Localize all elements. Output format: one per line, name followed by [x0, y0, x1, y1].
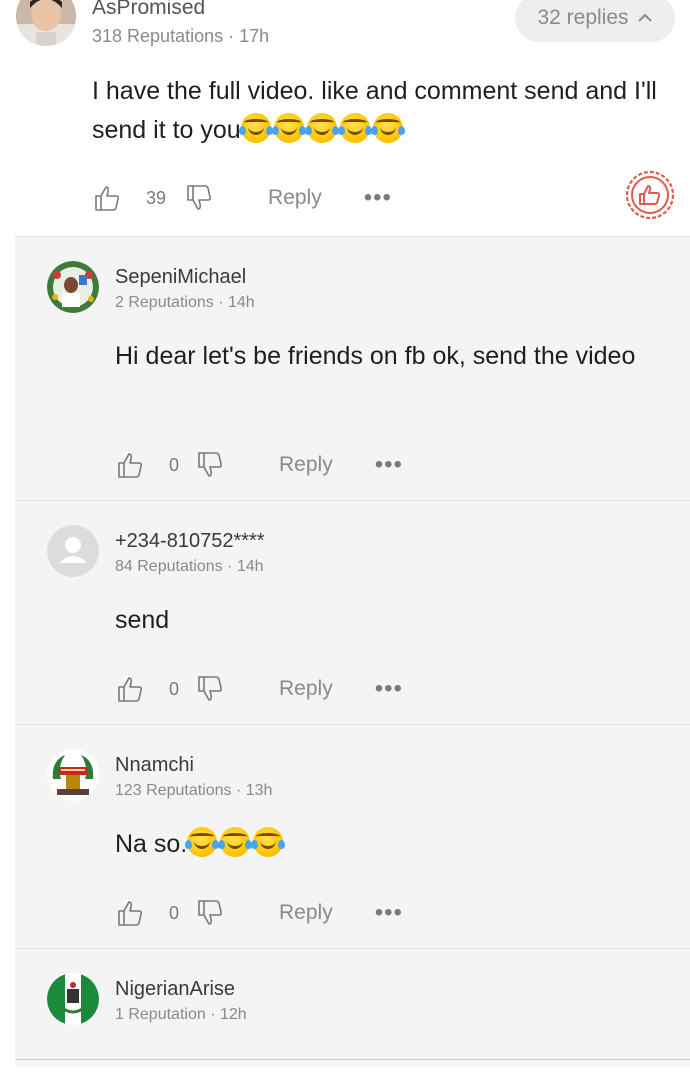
avatar[interactable]: [47, 261, 99, 313]
joy-emoji-icon: [251, 827, 286, 857]
thumbs-down-icon[interactable]: [195, 899, 225, 927]
author-name[interactable]: AsPromised: [92, 0, 205, 20]
more-options-icon[interactable]: •••: [375, 677, 403, 701]
comment-actions: 0 Reply •••: [115, 451, 403, 479]
like-count: 0: [169, 454, 180, 475]
avatar[interactable]: [47, 749, 99, 801]
rofl-emoji-icon: [337, 113, 372, 143]
avatar[interactable]: [47, 973, 99, 1025]
reply-button[interactable]: Reply: [279, 901, 333, 925]
joy-emoji-icon: [218, 827, 253, 857]
thumbs-up-icon[interactable]: [92, 184, 122, 212]
meta-separator: ·: [222, 558, 237, 575]
rofl-emoji-icon: [271, 113, 306, 143]
more-options-icon[interactable]: •••: [375, 901, 403, 925]
list-item: +234-810752**** 84 Reputations · 14h sen…: [15, 500, 690, 724]
reputation-label: 2 Reputations: [115, 294, 214, 311]
reputation-label: 1 Reputation: [115, 1006, 206, 1023]
rofl-emoji-icon: [304, 113, 339, 143]
replies-list: SepeniMichael 2 Reputations · 14h Hi dea…: [15, 236, 690, 1066]
list-item: NigerianArise 1 Reputation · 12h: [15, 948, 690, 1066]
rofl-emoji-icon: [370, 113, 405, 143]
comment-actions: 0 Reply •••: [115, 899, 403, 927]
comment-body: Na so.: [115, 825, 655, 864]
timestamp: 14h: [236, 558, 264, 575]
author-name[interactable]: SepeniMichael: [115, 266, 246, 289]
avatar[interactable]: [16, 0, 76, 46]
comment-meta: 1 Reputation · 12h: [115, 1006, 247, 1024]
reply-button[interactable]: Reply: [279, 677, 333, 701]
rofl-emoji-icon: [238, 113, 273, 143]
meta-separator: ·: [213, 294, 228, 311]
comment-text: Na so.: [115, 830, 188, 858]
emoji-group: [185, 827, 286, 857]
more-options-icon[interactable]: •••: [375, 453, 403, 477]
like-count: 0: [169, 902, 180, 923]
author-name[interactable]: Nnamchi: [115, 754, 194, 777]
author-name[interactable]: NigerianArise: [115, 978, 235, 1001]
reply-button[interactable]: Reply: [279, 453, 333, 477]
thumbs-down-icon[interactable]: [184, 184, 214, 212]
thumbs-up-icon[interactable]: [115, 899, 145, 927]
author-name[interactable]: +234-810752****: [115, 530, 265, 553]
chevron-up-icon: [637, 6, 653, 30]
comment-body: I have the full video. like and comment …: [92, 72, 677, 150]
reputation-label: 318 Reputations: [92, 26, 224, 46]
comment-text: send: [115, 606, 170, 634]
comment-meta: 2 Reputations · 14h: [115, 294, 255, 312]
reputation-label: 123 Reputations: [115, 782, 232, 799]
thumbs-down-icon[interactable]: [195, 675, 225, 703]
top-comment: AsPromised 318 Reputations · 17h 32 repl…: [0, 0, 690, 236]
avatar[interactable]: [47, 525, 99, 577]
meta-separator: ·: [205, 1006, 220, 1023]
reputation-label: 84 Reputations: [115, 558, 223, 575]
comment-actions: 39 Reply •••: [92, 184, 392, 212]
like-count: 0: [169, 678, 180, 699]
replies-count-label: 32 replies: [537, 6, 629, 29]
replies-toggle-button[interactable]: 32 replies: [515, 0, 675, 42]
comment-actions: 0 Reply •••: [115, 675, 403, 703]
comment-text: Hi dear let's be friends on fb ok, send …: [115, 342, 636, 370]
comment-meta: 318 Reputations · 17h: [92, 26, 269, 47]
thumbs-up-icon[interactable]: [115, 675, 145, 703]
list-item: Nnamchi 123 Reputations · 13h Na so. 0 R…: [15, 724, 690, 948]
thumbs-up-icon[interactable]: [115, 451, 145, 479]
meta-separator: ·: [231, 782, 246, 799]
timestamp: 17h: [239, 26, 270, 46]
timestamp: 14h: [227, 294, 255, 311]
like-badge-icon[interactable]: [625, 170, 675, 220]
comment-meta: 123 Reputations · 13h: [115, 782, 272, 800]
joy-emoji-icon: [185, 827, 220, 857]
reply-button[interactable]: Reply: [268, 186, 322, 210]
comments-page: AsPromised 318 Reputations · 17h 32 repl…: [0, 0, 690, 1073]
like-count: 39: [146, 187, 167, 208]
thumbs-down-icon[interactable]: [195, 451, 225, 479]
meta-separator: ·: [223, 26, 240, 46]
divider: [15, 1059, 690, 1060]
list-item: SepeniMichael 2 Reputations · 14h Hi dea…: [15, 236, 690, 500]
comment-meta: 84 Reputations · 14h: [115, 558, 264, 576]
timestamp: 13h: [245, 782, 273, 799]
timestamp: 12h: [219, 1006, 247, 1023]
emoji-group: [238, 113, 405, 143]
more-options-icon[interactable]: •••: [364, 186, 392, 210]
